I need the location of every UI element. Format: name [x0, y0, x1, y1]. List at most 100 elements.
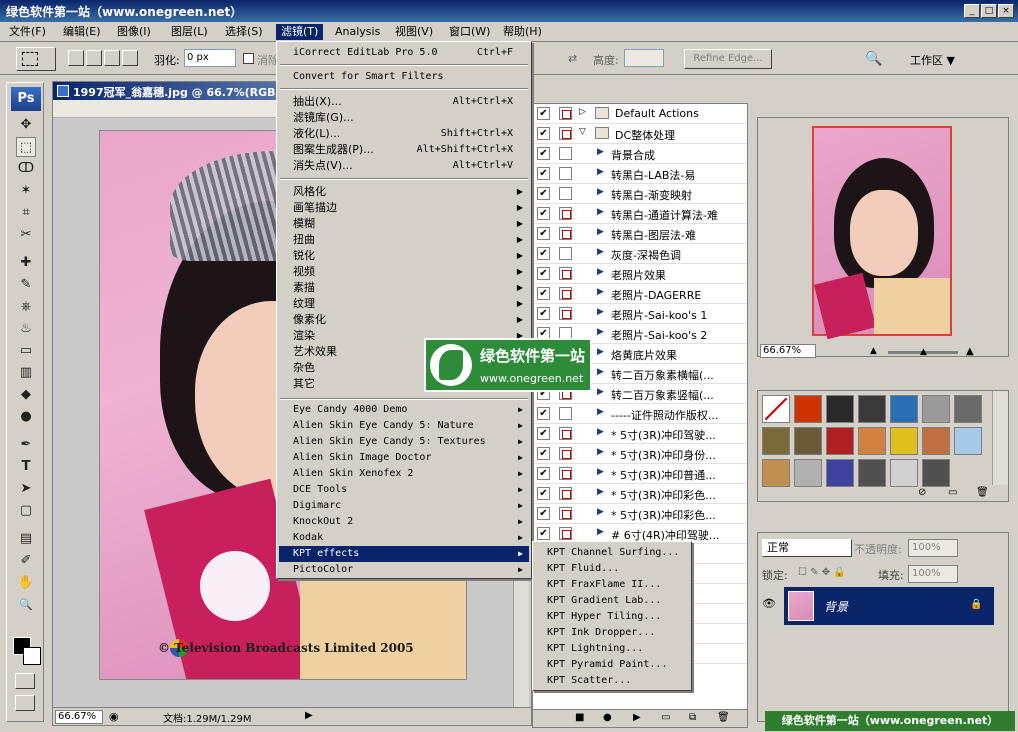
swap-icon[interactable]: ⇄	[568, 52, 577, 65]
menu-help[interactable]: 帮助(H)	[498, 24, 547, 40]
clear-style-icon[interactable]: ⊘	[918, 487, 926, 498]
expand-arrow-icon[interactable]: ▶	[597, 147, 604, 157]
expand-arrow-icon[interactable]: ▶	[597, 407, 604, 417]
eraser-icon[interactable]: ▭	[16, 341, 36, 361]
style-swatch[interactable]	[858, 395, 886, 423]
menu-item-vanishing-point[interactable]: 消失点(V)... Alt+Ctrl+V	[279, 158, 529, 174]
style-swatch[interactable]	[826, 459, 854, 487]
action-row[interactable]: ✔ ▶ 老照片-Sai-koo's 1	[533, 304, 747, 324]
menu-item-convert-smart[interactable]: Convert for Smart Filters	[279, 69, 529, 85]
style-swatch[interactable]	[890, 395, 918, 423]
stop-icon[interactable]: ■	[575, 712, 584, 723]
dialog-toggle-icon[interactable]	[559, 287, 572, 300]
expand-arrow-icon[interactable]: ▶	[597, 347, 604, 357]
dialog-toggle-icon[interactable]	[559, 527, 572, 540]
delete-action-icon[interactable]: 🗑	[717, 712, 730, 723]
menu-item-extract[interactable]: 抽出(X)... Alt+Ctrl+X	[279, 94, 529, 110]
action-toggle-checkbox[interactable]: ✔	[537, 247, 550, 260]
style-swatch[interactable]	[890, 459, 918, 487]
style-swatch[interactable]	[794, 427, 822, 455]
menu-item-plugin[interactable]: Digimarc ▶	[279, 498, 529, 514]
action-row[interactable]: ✔ ▶ 老照片-DAGERRE	[533, 284, 747, 304]
background-color-swatch[interactable]	[23, 647, 41, 665]
action-toggle-checkbox[interactable]: ✔	[537, 527, 550, 540]
workspace-menu[interactable]: 工作区 ▼	[910, 52, 955, 68]
close-button[interactable]: ×	[998, 4, 1014, 18]
dialog-toggle-icon[interactable]	[559, 127, 572, 140]
action-toggle-checkbox[interactable]: ✔	[537, 227, 550, 240]
action-row[interactable]: ✔ ▶ * 5寸(3R)冲印彩色...	[533, 484, 747, 504]
menu-item-plugin[interactable]: Alien Skin Eye Candy 5: Nature ▶	[279, 418, 529, 434]
new-set-icon[interactable]: ▭	[661, 712, 670, 723]
action-toggle-checkbox[interactable]: ✔	[537, 467, 550, 480]
brush-icon[interactable]: ✎	[16, 275, 36, 295]
action-row[interactable]: ✔ ▶ 转黑白-图层法-难	[533, 224, 747, 244]
action-toggle-checkbox[interactable]: ✔	[537, 447, 550, 460]
dialog-toggle-icon[interactable]	[559, 487, 572, 500]
action-row[interactable]: ✔ ▶ 转黑白-渐变映射	[533, 184, 747, 204]
action-toggle-checkbox[interactable]: ✔	[537, 307, 550, 320]
expand-arrow-icon[interactable]: ▽	[579, 127, 586, 137]
expand-arrow-icon[interactable]: ▶	[597, 187, 604, 197]
dialog-toggle-icon[interactable]	[559, 467, 572, 480]
dialog-toggle-icon[interactable]	[559, 427, 572, 440]
kpt-menu-item[interactable]: KPT Gradient Lab...	[535, 593, 689, 609]
dialog-toggle-icon[interactable]	[559, 407, 572, 420]
dialog-toggle-icon[interactable]	[559, 227, 572, 240]
menu-item-plugin[interactable]: Kodak ▶	[279, 530, 529, 546]
action-row[interactable]: ✔ ▶ 灰度-深褐色调	[533, 244, 747, 264]
menu-item-filter-category[interactable]: 扭曲 ▶	[279, 232, 529, 248]
healing-icon[interactable]: ✚	[16, 253, 36, 273]
menu-item-filter-category[interactable]: 素描 ▶	[279, 280, 529, 296]
style-swatch[interactable]	[794, 395, 822, 423]
menu-item-filter-category[interactable]: 像素化 ▶	[279, 312, 529, 328]
navigator-thumbnail[interactable]	[812, 126, 952, 340]
blur-icon[interactable]: ◆	[16, 385, 36, 405]
menu-item-filter-category[interactable]: 模糊 ▶	[279, 216, 529, 232]
zoom-in-icon[interactable]: ▲	[966, 346, 974, 357]
zoom-field[interactable]: 66.67%	[55, 710, 103, 724]
photoshop-logo[interactable]: Ps	[11, 87, 41, 111]
expand-arrow-icon[interactable]: ▶	[597, 207, 604, 217]
action-row[interactable]: ✔ ▶ 背景合成	[533, 144, 747, 164]
menu-item-plugin[interactable]: Alien Skin Xenofex 2 ▶	[279, 466, 529, 482]
action-row[interactable]: ✔ ▶ 转黑白-通道计算法-难	[533, 204, 747, 224]
expand-arrow-icon[interactable]: ▷	[579, 107, 586, 117]
dialog-toggle-icon[interactable]	[559, 147, 572, 160]
style-swatch[interactable]	[858, 459, 886, 487]
zoom-out-icon[interactable]: ▲	[870, 346, 877, 356]
minimize-button[interactable]: _	[964, 4, 980, 18]
kpt-menu-item[interactable]: KPT FraxFlame II...	[535, 577, 689, 593]
action-set-row[interactable]: ✔ ▷ Default Actions	[533, 104, 747, 124]
expand-arrow-icon[interactable]: ▶	[597, 167, 604, 177]
menu-filter[interactable]: 滤镜(T)	[276, 24, 324, 40]
styles-scrollbar[interactable]	[992, 391, 1008, 485]
quick-mask-icon[interactable]	[15, 673, 35, 689]
menu-item-plugin[interactable]: KPT effects ▶	[279, 546, 529, 562]
menu-item-filter-category[interactable]: 锐化 ▶	[279, 248, 529, 264]
eyedropper-icon[interactable]: ✐	[16, 551, 36, 571]
menu-file[interactable]: 文件(F)	[4, 24, 51, 40]
expand-arrow-icon[interactable]: ▶	[597, 427, 604, 437]
shape-icon[interactable]: ▢	[16, 501, 36, 521]
kpt-menu-item[interactable]: KPT Pyramid Paint...	[535, 657, 689, 673]
bridge-icon[interactable]: 🔍	[865, 49, 889, 69]
lock-icons[interactable]: ☐ ✎ ✥ 🔒	[798, 567, 846, 578]
add-selection-icon[interactable]	[86, 50, 102, 66]
expand-arrow-icon[interactable]: ▶	[597, 367, 604, 377]
tool-preset-picker[interactable]	[16, 47, 56, 71]
expand-arrow-icon[interactable]: ▶	[597, 307, 604, 317]
action-toggle-checkbox[interactable]: ✔	[537, 107, 550, 120]
status-menu-arrow[interactable]: ▶	[305, 710, 313, 721]
navigator-zoom-field[interactable]: 66.67%	[760, 344, 816, 358]
menu-select[interactable]: 选择(S)	[220, 24, 268, 40]
action-toggle-checkbox[interactable]: ✔	[537, 187, 550, 200]
dialog-toggle-icon[interactable]	[559, 507, 572, 520]
height-input[interactable]	[624, 49, 664, 67]
menu-item-filter-category[interactable]: 视频 ▶	[279, 264, 529, 280]
blend-mode-select[interactable]: 正常	[762, 539, 852, 557]
action-row[interactable]: ✔ ▶ * 5寸(3R)冲印普通...	[533, 464, 747, 484]
action-row[interactable]: ✔ ▶ * 5寸(3R)冲印驾驶...	[533, 424, 747, 444]
menu-item-plugin[interactable]: Eye Candy 4000 Demo ▶	[279, 402, 529, 418]
menu-view[interactable]: 视图(V)	[390, 24, 438, 40]
